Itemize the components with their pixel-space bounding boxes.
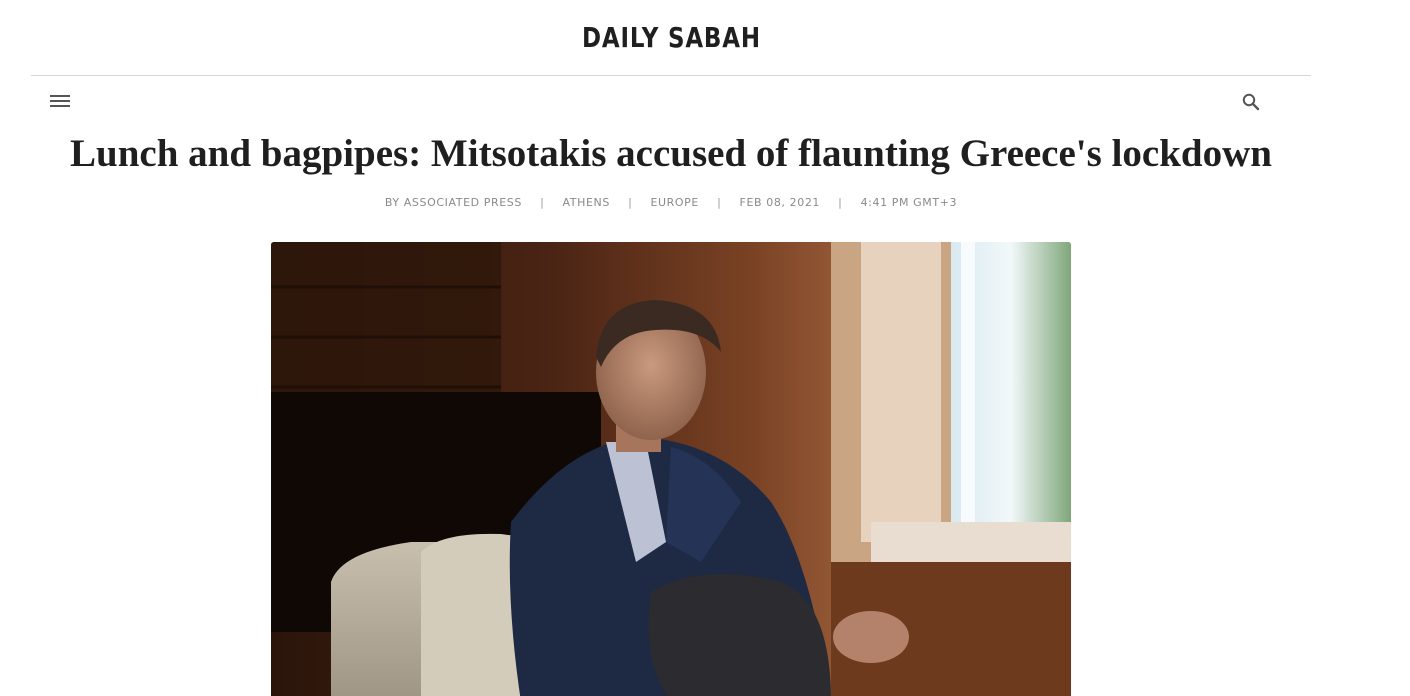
article-category-link[interactable]: EUROPE	[650, 196, 699, 209]
article-time: 4:41 PM GMT+3	[860, 196, 958, 209]
search-icon[interactable]	[1240, 91, 1262, 113]
menu-line	[50, 100, 70, 102]
site-logo[interactable]: DAILY SABAH	[582, 20, 761, 56]
meta-separator: |	[838, 196, 843, 209]
masthead: DAILY SABAH	[0, 0, 1342, 76]
article-hero-image	[271, 242, 1071, 696]
meta-separator: |	[628, 196, 633, 209]
meta-separator: |	[717, 196, 722, 209]
meta-separator: |	[540, 196, 545, 209]
menu-line	[50, 105, 70, 107]
article-headline: Lunch and bagpipes: Mitsotakis accused o…	[70, 132, 1272, 175]
header-divider	[31, 75, 1311, 76]
menu-line	[50, 95, 70, 97]
article-location: ATHENS	[562, 196, 610, 209]
hamburger-menu-icon[interactable]	[46, 90, 74, 112]
article-author: BY ASSOCIATED PRESS	[384, 196, 522, 209]
article-meta: BY ASSOCIATED PRESS | ATHENS | EUROPE | …	[0, 196, 1342, 209]
article-date: FEB 08, 2021	[739, 196, 821, 209]
